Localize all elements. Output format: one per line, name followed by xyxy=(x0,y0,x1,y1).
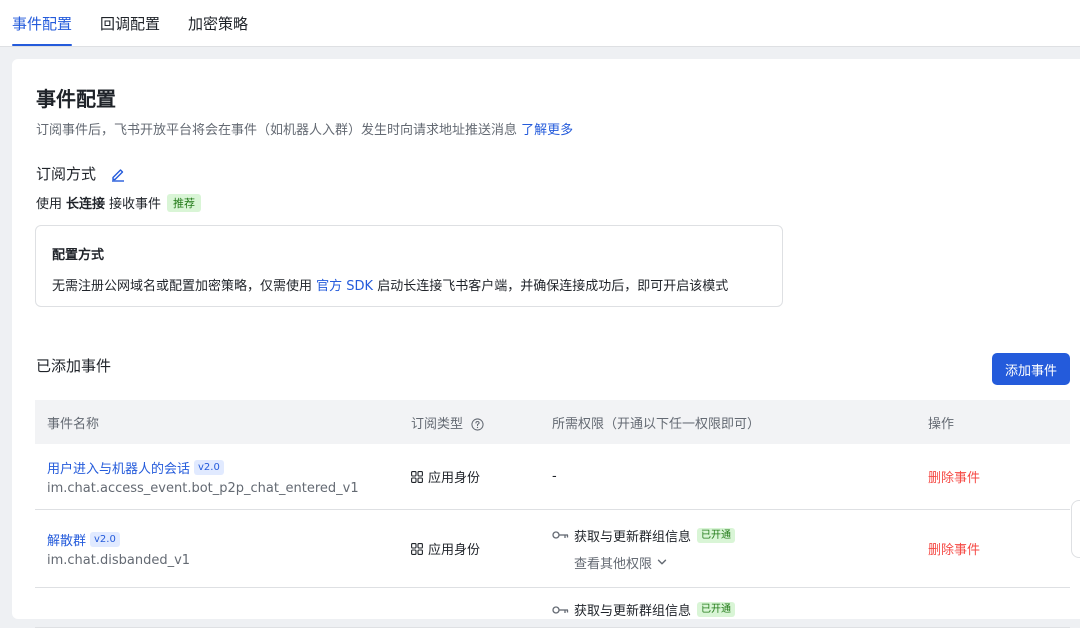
permission-cell: - xyxy=(552,469,557,484)
edit-icon[interactable] xyxy=(110,166,126,182)
event-name[interactable]: 解散群 xyxy=(47,530,86,549)
page-title: 事件配置 xyxy=(36,87,116,111)
col-header-name: 事件名称 xyxy=(47,416,100,432)
subscription-type-cell: 应用身份 xyxy=(411,539,552,558)
side-float-handle[interactable] xyxy=(1071,500,1080,558)
subscription-type-cell: 应用身份 xyxy=(411,467,552,486)
tab-event-config[interactable]: 事件配置 xyxy=(12,0,73,46)
config-box-text: 无需注册公网域名或配置加密策略，仅需使用 官方 SDK 启动长连接飞书客户端，并… xyxy=(52,275,766,294)
mode-name: 长连接 xyxy=(66,197,106,212)
tab-callback-config[interactable]: 回调配置 xyxy=(100,0,160,46)
permission-item: 获取与更新群组信息 已开通 xyxy=(552,526,928,545)
version-badge: v2.0 xyxy=(90,531,120,547)
view-more-label[interactable]: 查看其他权限 xyxy=(574,553,652,572)
view-more-permissions[interactable]: 查看其他权限 xyxy=(574,553,928,572)
permission-enabled-badge: 已开通 xyxy=(697,527,736,543)
config-text-after: 启动长连接飞书客户端，并确保连接成功后，即可开启该模式 xyxy=(377,279,729,294)
delete-event-button[interactable]: 删除事件 xyxy=(928,539,1070,558)
subscription-mode: 使用 长连接 接收事件 推荐 xyxy=(36,193,202,212)
permission-name: 获取与更新群组信息 xyxy=(574,529,692,545)
event-name-link[interactable]: 用户进入与机器人的会话 v2.0 xyxy=(47,458,411,477)
tab-bar: 事件配置 回调配置 加密策略 xyxy=(0,0,1080,47)
col-header-type: 订阅类型 xyxy=(411,413,552,432)
permission-item: 获取与更新群组信息 已开通 xyxy=(552,600,928,619)
recommended-badge: 推荐 xyxy=(167,193,202,212)
subscription-type: 应用身份 xyxy=(428,543,481,558)
main-card: 事件配置 订阅事件后，飞书开放平台将会在事件（如机器人入群）发生时向请求地址推送… xyxy=(12,59,1080,628)
event-name-cell: 解散群 v2.0 im.chat.disbanded_v1 xyxy=(35,530,411,568)
subscription-title-text: 订阅方式 xyxy=(36,165,97,183)
col-header-action: 操作 xyxy=(928,416,955,432)
config-box-title: 配置方式 xyxy=(52,248,105,263)
subscription-title: 订阅方式 xyxy=(36,163,126,184)
table-row: 用户进入与机器人的会话 v2.0 im.chat.access_event.bo… xyxy=(35,444,1070,510)
config-info-box: 配置方式 无需注册公网域名或配置加密策略，仅需使用 官方 SDK 启动长连接飞书… xyxy=(35,225,783,307)
event-name-link[interactable]: 解散群 v2.0 xyxy=(47,530,411,549)
config-text-before: 无需注册公网域名或配置加密策略，仅需使用 xyxy=(52,279,313,294)
app-grid-icon xyxy=(411,470,423,483)
permission-cell: 获取与更新群组信息 已开通 查看其他权限 xyxy=(552,526,928,572)
add-event-button[interactable]: 添加事件 xyxy=(992,353,1070,385)
key-icon xyxy=(552,531,569,539)
event-name-cell: 用户进入与机器人的会话 v2.0 im.chat.access_event.bo… xyxy=(35,458,411,496)
event-code: im.chat.access_event.bot_p2p_chat_entere… xyxy=(47,480,359,496)
permission-enabled-badge: 已开通 xyxy=(697,602,736,617)
sdk-link[interactable]: 官方 SDK xyxy=(316,279,373,294)
chevron-down-icon xyxy=(657,559,667,565)
version-badge: v2.0 xyxy=(194,459,224,475)
mode-suffix: 接收事件 xyxy=(109,197,162,212)
table-row: 获取与更新群组信息 已开通 xyxy=(35,588,1070,628)
events-table: 事件名称 订阅类型 所需权限（开通以下任一权限即可） 操作 用户进入与机器人的会… xyxy=(35,400,1070,628)
delete-event-button[interactable]: 删除事件 xyxy=(928,467,1070,486)
mode-prefix: 使用 xyxy=(36,197,63,212)
event-name[interactable]: 用户进入与机器人的会话 xyxy=(47,458,190,477)
description-text: 订阅事件后，飞书开放平台将会在事件（如机器人入群）发生时向请求地址推送消息 xyxy=(36,123,518,138)
table-row: 解散群 v2.0 im.chat.disbanded_v1 应用身份 获取与更新… xyxy=(35,510,1070,588)
page-description: 订阅事件后，飞书开放平台将会在事件（如机器人入群）发生时向请求地址推送消息 了解… xyxy=(36,119,573,138)
permission-cell: 获取与更新群组信息 已开通 xyxy=(552,600,928,619)
col-header-permission: 所需权限（开通以下任一权限即可） xyxy=(552,416,761,432)
app-grid-icon xyxy=(411,542,423,555)
permission-name: 获取与更新群组信息 xyxy=(574,604,692,619)
table-header: 事件名称 订阅类型 所需权限（开通以下任一权限即可） 操作 xyxy=(35,400,1070,444)
event-code: im.chat.disbanded_v1 xyxy=(47,552,191,568)
added-events-title: 已添加事件 xyxy=(36,357,112,375)
key-icon xyxy=(552,605,569,614)
col-header-type-text: 订阅类型 xyxy=(411,416,464,432)
subscription-type: 应用身份 xyxy=(428,471,481,486)
tab-encryption-strategy[interactable]: 加密策略 xyxy=(188,0,248,46)
help-circle-icon[interactable] xyxy=(471,417,484,431)
learn-more-link[interactable]: 了解更多 xyxy=(521,123,573,138)
